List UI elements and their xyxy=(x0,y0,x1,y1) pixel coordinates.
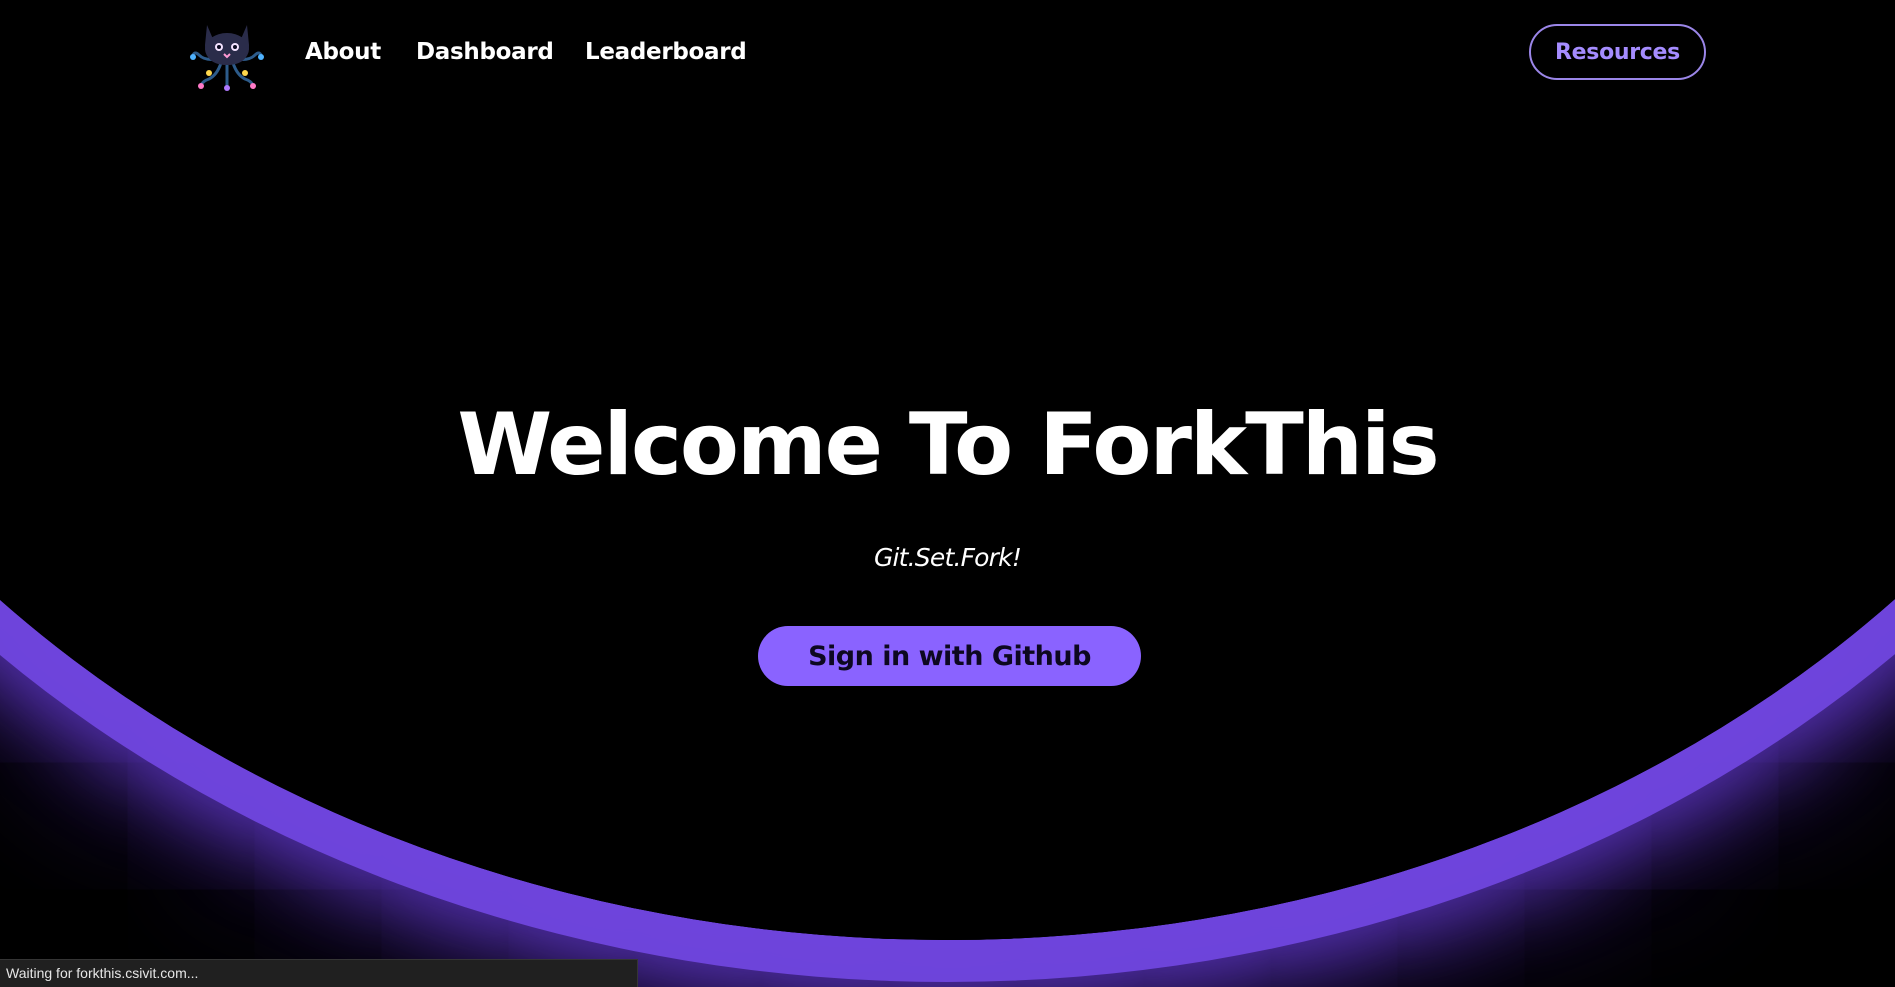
cat-logo-icon[interactable] xyxy=(187,17,267,91)
nav-link-dashboard[interactable]: Dashboard xyxy=(416,39,554,65)
page: About Dashboard Leaderboard Resources We… xyxy=(0,0,1895,987)
hero-title: Welcome To ForkThis xyxy=(457,395,1439,495)
nav-link-about[interactable]: About xyxy=(305,39,381,65)
sign-in-github-button[interactable]: Sign in with Github xyxy=(758,626,1141,686)
navbar: About Dashboard Leaderboard Resources xyxy=(0,3,1895,103)
hero-tagline: Git.Set.Fork! xyxy=(873,543,1022,572)
resources-button[interactable]: Resources xyxy=(1529,24,1706,80)
nav-link-leaderboard[interactable]: Leaderboard xyxy=(585,39,747,65)
browser-status-bar: Waiting for forkthis.csivit.com... xyxy=(0,959,638,987)
